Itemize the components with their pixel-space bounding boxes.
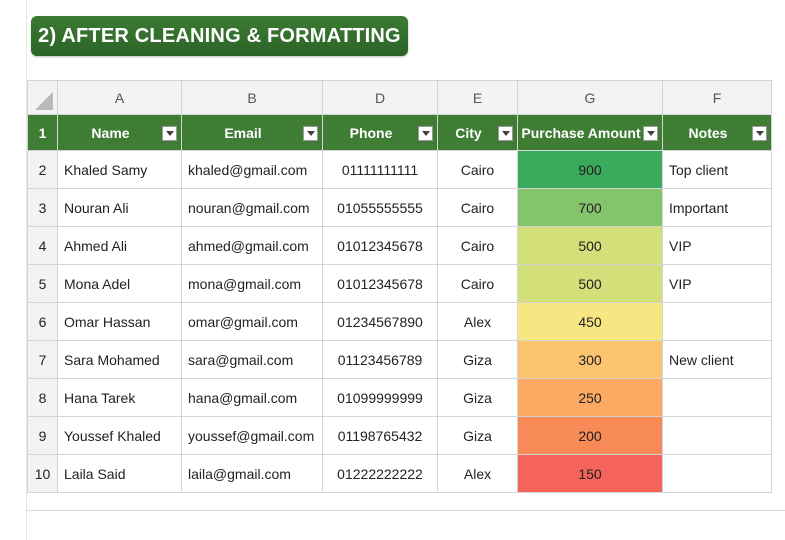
row-number[interactable]: 8 [27,378,58,417]
column-letter-e[interactable]: E [437,80,518,115]
cell-phone[interactable]: 01099999999 [322,378,438,417]
cell-email[interactable]: ahmed@gmail.com [181,226,323,265]
cell-city[interactable]: Cairo [437,150,518,189]
header-cell-city[interactable]: City [437,114,518,151]
cell-city[interactable]: Cairo [437,226,518,265]
cell-email[interactable]: laila@gmail.com [181,454,323,493]
table-row: 2 Khaled Samy khaled@gmail.com 01111111111 C… [27,150,772,189]
filter-dropdown-icon[interactable] [643,126,658,141]
cell-amount[interactable]: 500 [517,226,663,265]
select-all-icon [35,92,53,110]
cell-city[interactable]: Cairo [437,264,518,303]
column-letter-d[interactable]: D [322,80,438,115]
table-row: 6 Omar Hassan omar@gmail.com 01234567890 Ale… [27,302,772,341]
filter-dropdown-icon[interactable] [498,126,513,141]
cell-amount[interactable]: 200 [517,416,663,455]
row-number[interactable]: 1 [27,114,58,151]
cell-email[interactable]: nouran@gmail.com [181,188,323,227]
cell-amount[interactable]: 450 [517,302,663,341]
table-row: 8 Hana Tarek hana@gmail.com 01099999999 Giza… [27,378,772,417]
column-letter-f[interactable]: F [662,80,772,115]
cell-amount[interactable]: 250 [517,378,663,417]
spreadsheet-grid: A B D E G F 1 Name Email Phone City Purc… [27,80,772,493]
cell-phone[interactable]: 01012345678 [322,226,438,265]
cell-email[interactable]: sara@gmail.com [181,340,323,379]
cell-email[interactable]: hana@gmail.com [181,378,323,417]
cell-name[interactable]: Mona Adel [57,264,182,303]
cell-city[interactable]: Giza [437,378,518,417]
header-cell-phone[interactable]: Phone [322,114,438,151]
cell-city[interactable]: Alex [437,302,518,341]
filter-dropdown-icon[interactable] [752,126,767,141]
filter-dropdown-icon[interactable] [303,126,318,141]
cell-email[interactable]: khaled@gmail.com [181,150,323,189]
cell-amount[interactable]: 900 [517,150,663,189]
cell-amount[interactable]: 300 [517,340,663,379]
bottom-divider [26,510,785,511]
cell-name[interactable]: Nouran Ali [57,188,182,227]
cell-phone[interactable]: 01055555555 [322,188,438,227]
cell-notes[interactable]: Important [662,188,772,227]
column-letter-b[interactable]: B [181,80,323,115]
cell-name[interactable]: Sara Mohamed [57,340,182,379]
cell-amount[interactable]: 500 [517,264,663,303]
cell-notes[interactable]: VIP [662,226,772,265]
header-cell-notes[interactable]: Notes [662,114,772,151]
row-number[interactable]: 7 [27,340,58,379]
cell-amount[interactable]: 150 [517,454,663,493]
cell-amount[interactable]: 700 [517,188,663,227]
column-letter-a[interactable]: A [57,80,182,115]
cell-phone[interactable]: 01234567890 [322,302,438,341]
cell-name[interactable]: Omar Hassan [57,302,182,341]
row-number[interactable]: 2 [27,150,58,189]
cell-notes[interactable]: New client [662,340,772,379]
cell-city[interactable]: Giza [437,416,518,455]
cell-notes[interactable] [662,302,772,341]
cell-name[interactable]: Ahmed Ali [57,226,182,265]
cell-phone[interactable]: 01198765432 [322,416,438,455]
cell-phone[interactable]: 01012345678 [322,264,438,303]
table-row: 3 Nouran Ali nouran@gmail.com 01055555555 Ca… [27,188,772,227]
cell-phone[interactable]: 01123456789 [322,340,438,379]
cell-notes[interactable] [662,454,772,493]
table-header-row: 1 Name Email Phone City Purchase Amount … [27,114,772,151]
row-number[interactable]: 4 [27,226,58,265]
header-cell-purchase-amount[interactable]: Purchase Amount [517,114,663,151]
filter-dropdown-icon[interactable] [162,126,177,141]
cell-name[interactable]: Laila Said [57,454,182,493]
cell-notes[interactable]: Top client [662,150,772,189]
cell-city[interactable]: Giza [437,340,518,379]
section-title-badge: 2) AFTER CLEANING & FORMATTING [31,16,408,56]
table-row: 10 Laila Said laila@gmail.com 01222222222 Al… [27,454,772,493]
cell-city[interactable]: Cairo [437,188,518,227]
cell-name[interactable]: Hana Tarek [57,378,182,417]
cell-notes[interactable] [662,416,772,455]
row-number[interactable]: 10 [27,454,58,493]
table-row: 4 Ahmed Ali ahmed@gmail.com 01012345678 Cair… [27,226,772,265]
table-row: 5 Mona Adel mona@gmail.com 01012345678 Cairo… [27,264,772,303]
header-cell-email[interactable]: Email [181,114,323,151]
cell-notes[interactable] [662,378,772,417]
cell-phone[interactable]: 01222222222 [322,454,438,493]
cell-name[interactable]: Khaled Samy [57,150,182,189]
column-letter-header: A B D E G F [27,80,772,115]
row-number[interactable]: 3 [27,188,58,227]
cell-email[interactable]: omar@gmail.com [181,302,323,341]
filter-dropdown-icon[interactable] [418,126,433,141]
cell-email[interactable]: youssef@gmail.com [181,416,323,455]
table-row: 7 Sara Mohamed sara@gmail.com 01123456789 Gi… [27,340,772,379]
cell-city[interactable]: Alex [437,454,518,493]
cell-notes[interactable]: VIP [662,264,772,303]
column-letter-g[interactable]: G [517,80,663,115]
table-row: 9 Youssef Khaled youssef@gmail.com 01198765… [27,416,772,455]
cell-phone[interactable]: 01111111111 [322,150,438,189]
row-number[interactable]: 5 [27,264,58,303]
row-number[interactable]: 9 [27,416,58,455]
select-all-corner[interactable] [27,80,58,115]
cell-name[interactable]: Youssef Khaled [57,416,182,455]
cell-email[interactable]: mona@gmail.com [181,264,323,303]
header-cell-name[interactable]: Name [57,114,182,151]
row-number[interactable]: 6 [27,302,58,341]
